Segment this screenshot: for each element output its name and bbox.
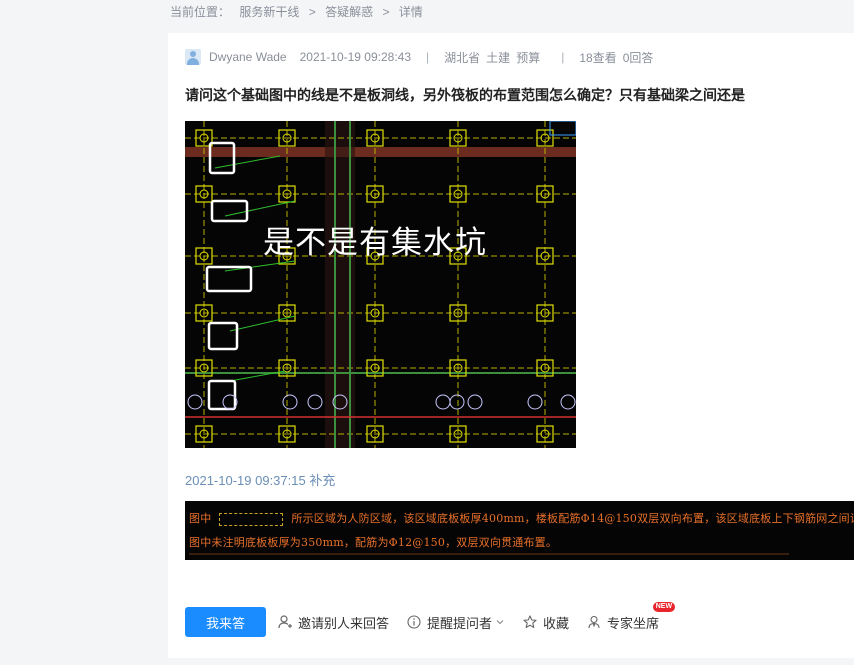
question-title: 请问这个基础图中的线是不是板洞线，另外筏板的布置范围怎么确定？只有基础梁之间还是 (185, 87, 745, 103)
question-meta: Dwyane Wade 2021-10-19 09:28:43 | 湖北省 土建… (185, 48, 653, 66)
breadcrumb: 当前位置： 服务新干线 > 答疑解惑 > 详情 (170, 4, 429, 20)
cad-axis-bubble (560, 394, 576, 410)
action-bar: 我来答 邀请别人来回答 提醒提问者 收藏 专家坐席 NEW (185, 601, 677, 637)
expert-icon (588, 615, 600, 629)
cad-leader-line (214, 155, 281, 169)
cad-axis-bubble (282, 394, 298, 410)
breadcrumb-separator: > (308, 5, 316, 19)
tag-label: 预算 (516, 50, 541, 65)
cad-axis-bubble (467, 394, 483, 410)
question-card: Dwyane Wade 2021-10-19 09:28:43 | 湖北省 土建… (168, 33, 854, 658)
invite-user-icon (278, 615, 292, 629)
supplement-note-line: 图中未注明底板板厚为350mm，配筋为Φ12@150，双层双向贯通布置。 (189, 536, 558, 549)
breadcrumb-item-detail: 详情 (398, 5, 423, 19)
image-overlay-text: 是不是有集水坑 (263, 225, 487, 260)
invite-label: 邀请别人来回答 (298, 615, 390, 631)
author-name[interactable]: Dwyane Wade (209, 50, 287, 64)
meta-divider: | (426, 50, 430, 64)
answer-count: 0回答 (622, 50, 654, 65)
supplement-image[interactable]: 图中 所示区域为人防区域，该区域底板板厚400mm，楼板配筋Φ14@150双层双向… (185, 501, 854, 560)
info-icon (407, 615, 421, 629)
star-icon (523, 615, 537, 629)
breadcrumb-label: 当前位置： (170, 5, 231, 19)
cad-leader-line (224, 200, 296, 217)
cad-axis-bubble (527, 394, 543, 410)
invite-button[interactable]: 邀请别人来回答 (278, 613, 389, 632)
expert-button[interactable]: 专家坐席 NEW (587, 601, 676, 632)
remind-label: 提醒提问者 (427, 615, 493, 631)
highlight-box (207, 321, 239, 351)
cad-detail-box (549, 121, 576, 136)
supplement-note-line: 图中 所示区域为人防区域，该区域底板板厚400mm，楼板配筋Φ14@150双层双向… (189, 512, 854, 526)
cad-axis-bubble (449, 394, 465, 410)
post-time: 2021-10-19 09:28:43 (299, 50, 412, 64)
highlight-box (210, 199, 249, 223)
meta-divider: | (561, 50, 565, 64)
cad-leader-line (229, 315, 296, 332)
region-label: 湖北省 (444, 50, 481, 65)
cad-axis-bubble (435, 394, 451, 410)
remind-button[interactable]: 提醒提问者 (407, 613, 505, 632)
chevron-down-icon (496, 620, 504, 625)
breadcrumb-item-qa[interactable]: 答疑解惑 (325, 5, 373, 19)
new-badge: NEW (652, 601, 676, 612)
expert-label: 专家坐席 (607, 615, 660, 631)
cad-axis-bubble (307, 394, 323, 410)
favorite-button[interactable]: 收藏 (523, 613, 569, 632)
avatar-icon[interactable] (185, 49, 201, 65)
view-count: 18查看 (579, 50, 617, 65)
cad-axis-bubble (187, 394, 203, 410)
supplement-time: 2021-10-19 09:37:15 补充 (185, 473, 336, 488)
cad-hatch-band (185, 147, 576, 157)
tag-label: 土建 (486, 50, 511, 65)
cad-drawing (185, 121, 576, 448)
question-image[interactable]: 是不是有集水坑 (185, 121, 576, 448)
favorite-label: 收藏 (543, 615, 570, 631)
breadcrumb-item-service[interactable]: 服务新干线 (239, 5, 299, 19)
answer-button[interactable]: 我来答 (185, 607, 266, 637)
breadcrumb-separator: > (382, 5, 390, 19)
